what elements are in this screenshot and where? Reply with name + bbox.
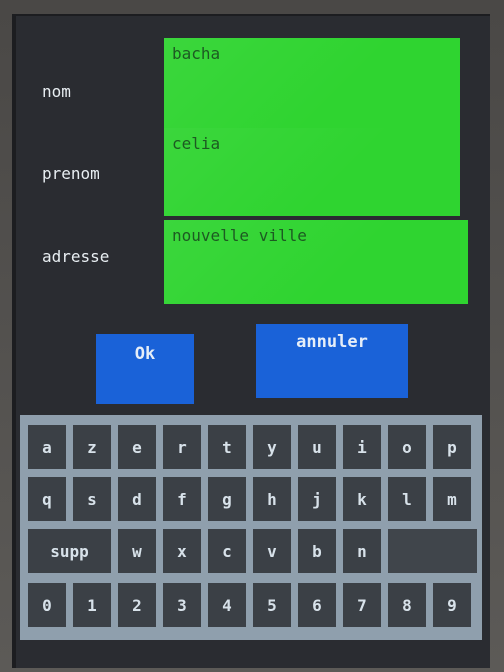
key-b[interactable]: b xyxy=(298,529,336,573)
key-t[interactable]: t xyxy=(208,425,246,469)
ok-button[interactable]: Ok xyxy=(96,334,194,404)
key-l[interactable]: l xyxy=(388,477,426,521)
key-h[interactable]: h xyxy=(253,477,291,521)
key-7[interactable]: 7 xyxy=(343,583,381,627)
label-prenom: prenom xyxy=(42,164,100,183)
key-n[interactable]: n xyxy=(343,529,381,573)
key-s[interactable]: s xyxy=(73,477,111,521)
key-p[interactable]: p xyxy=(433,425,471,469)
key-f[interactable]: f xyxy=(163,477,201,521)
key-supp[interactable]: supp xyxy=(28,529,111,573)
cancel-button[interactable]: annuler xyxy=(256,324,408,398)
nom-field[interactable]: bacha xyxy=(164,38,460,130)
key-a[interactable]: a xyxy=(28,425,66,469)
key-y[interactable]: y xyxy=(253,425,291,469)
label-adresse: adresse xyxy=(42,247,110,266)
key-6[interactable]: 6 xyxy=(298,583,336,627)
adresse-field[interactable]: nouvelle ville xyxy=(164,220,468,304)
key-g[interactable]: g xyxy=(208,477,246,521)
key-5[interactable]: 5 xyxy=(253,583,291,627)
key-o[interactable]: o xyxy=(388,425,426,469)
key-v[interactable]: v xyxy=(253,529,291,573)
key-3[interactable]: 3 xyxy=(163,583,201,627)
key-w[interactable]: w xyxy=(118,529,156,573)
key-r[interactable]: r xyxy=(163,425,201,469)
key-4[interactable]: 4 xyxy=(208,583,246,627)
key-x[interactable]: x xyxy=(163,529,201,573)
label-nom: nom xyxy=(42,82,71,101)
key-blank[interactable] xyxy=(388,529,477,573)
key-e[interactable]: e xyxy=(118,425,156,469)
key-k[interactable]: k xyxy=(343,477,381,521)
key-9[interactable]: 9 xyxy=(433,583,471,627)
key-0[interactable]: 0 xyxy=(28,583,66,627)
key-u[interactable]: u xyxy=(298,425,336,469)
key-d[interactable]: d xyxy=(118,477,156,521)
key-c[interactable]: c xyxy=(208,529,246,573)
key-2[interactable]: 2 xyxy=(118,583,156,627)
prenom-field[interactable]: celia xyxy=(164,128,460,216)
key-m[interactable]: m xyxy=(433,477,471,521)
key-q[interactable]: q xyxy=(28,477,66,521)
key-8[interactable]: 8 xyxy=(388,583,426,627)
key-z[interactable]: z xyxy=(73,425,111,469)
key-1[interactable]: 1 xyxy=(73,583,111,627)
on-screen-keyboard: a z e r t y u i o p q s d f g h j k l m supp w x c v b n 0 1 2 3 4 5 6 7 8 9 xyxy=(20,415,482,640)
key-j[interactable]: j xyxy=(298,477,336,521)
key-i[interactable]: i xyxy=(343,425,381,469)
